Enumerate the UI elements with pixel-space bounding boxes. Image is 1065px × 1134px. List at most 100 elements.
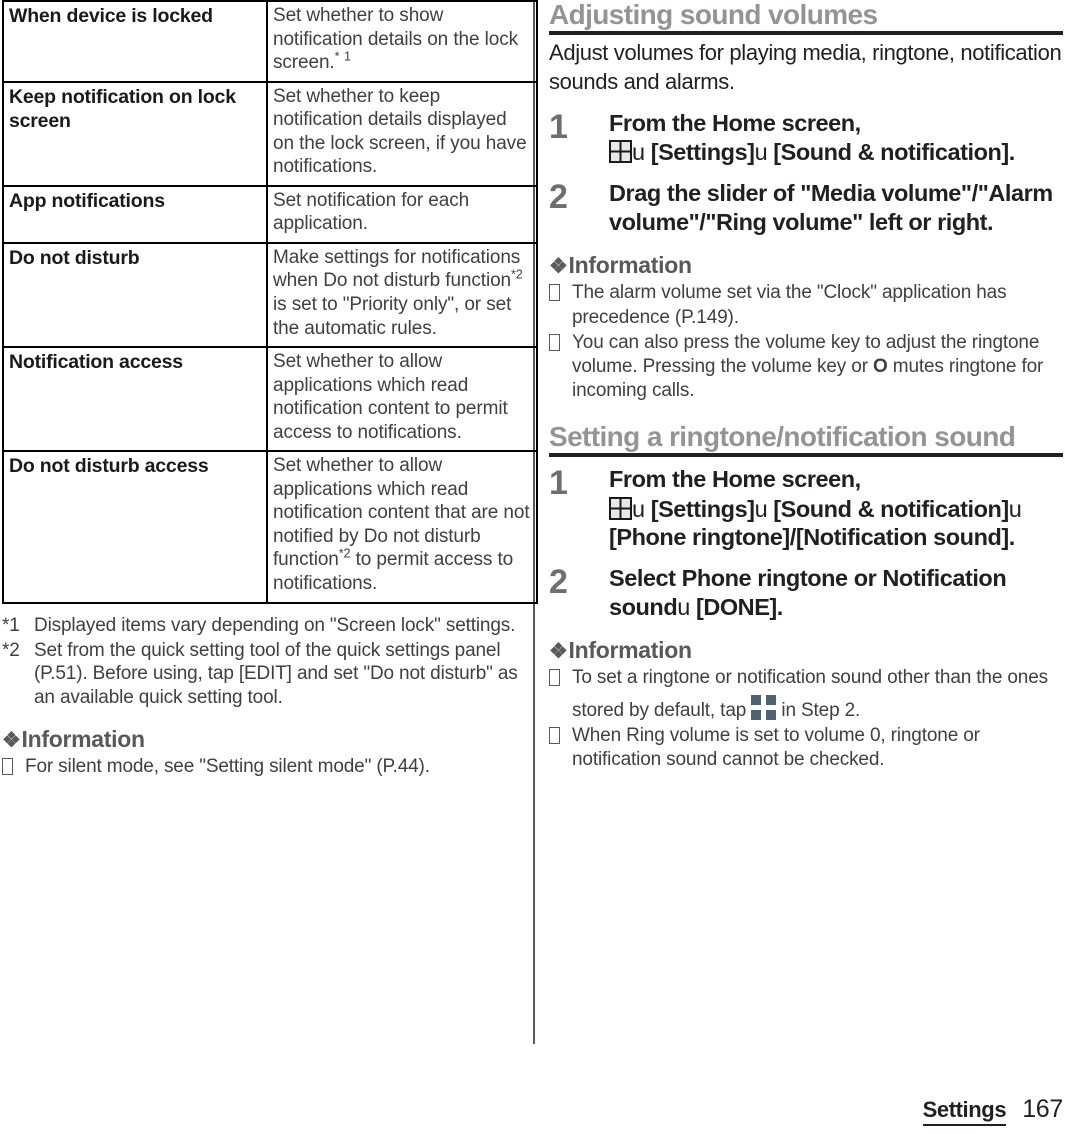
bullet-box-icon [549, 666, 572, 689]
step-part-3: [Phone ringtone]/[Notification sound]. [609, 524, 1015, 551]
footnote-mark: *2 [2, 639, 20, 661]
table-row: When device is locked Set whether to sho… [2, 0, 538, 83]
setting-name: App notifications [2, 184, 268, 244]
table-row: Notification access Set whether to allow… [2, 346, 538, 453]
left-column: When device is locked Set whether to sho… [2, 0, 538, 781]
footnote-item: *2 Set from the quick setting tool of th… [2, 639, 518, 711]
setting-description: Make settings for notifications when Do … [266, 241, 538, 349]
description-text-post: is set to "Priority only", or set the au… [273, 294, 512, 339]
step-text: Select Phone ringtone or Notification so… [609, 564, 1063, 621]
bullet-box-icon [549, 331, 572, 354]
setting-name: Notification access [2, 346, 268, 453]
step-line-1: From the Home screen, [609, 109, 861, 136]
step-text: From the Home screen, u [Settings]u [Soun… [609, 465, 1063, 552]
step-text: Drag the slider of "Media volume"/"Alarm… [609, 179, 1053, 235]
section-heading-adjusting-sound-volumes: Adjusting sound volumes [549, 0, 878, 30]
step-1: 1 From the Home screen, u [Settings]u [So… [549, 109, 1063, 167]
footnote-ref: *2 [511, 268, 523, 283]
list-item-text-pre: The alarm volume set via the "Clock" app… [572, 282, 1007, 328]
list-item-text: To set a ringtone or notification sound … [572, 666, 1063, 723]
description-text: Set whether to allow applications which … [273, 351, 508, 443]
table-row: App notifications Set notification for e… [2, 184, 538, 244]
footnote-text: Set from the quick setting tool of the q… [34, 639, 518, 709]
step-part-2: [Sound & notification] [767, 495, 1009, 522]
section-rule [549, 453, 1063, 458]
list-item-text: For silent mode, see "Setting silent mod… [25, 756, 430, 778]
list-item-text: You can also press the volume key to adj… [572, 331, 1063, 404]
diamond-icon: ❖ [549, 255, 568, 279]
footnote-ref: * 1 [334, 49, 352, 64]
table-row: Do not disturb Make settings for notific… [2, 241, 538, 349]
app-drawer-icon [609, 496, 632, 520]
list-item: You can also press the volume key to adj… [549, 331, 1063, 404]
section-heading-setting-ringtone: Setting a ringtone/notification sound [549, 420, 1016, 452]
list-item-text-pre: When Ring volume is set to volume 0, rin… [572, 725, 980, 771]
information-title: Information [568, 252, 693, 279]
setting-name: Keep notification on lock screen [2, 80, 268, 187]
arrow-glyph: u [677, 593, 690, 620]
list-item-text: The alarm volume set via the "Clock" app… [572, 281, 1063, 330]
app-drawer-icon [609, 140, 632, 164]
list-item: For silent mode, see "Setting silent mod… [2, 755, 518, 779]
step-part-2: [Sound & notification]. [767, 139, 1015, 166]
volume-key-icon: O [873, 356, 888, 378]
setting-description: Set whether to show notification details… [266, 0, 538, 83]
setting-description: Set whether to allow applications which … [266, 346, 538, 453]
step-part-1: [Settings] [644, 139, 755, 166]
diamond-icon: ❖ [549, 640, 568, 664]
description-text: Make settings for notifications when Do … [273, 246, 521, 292]
section-intro: Adjust volumes for playing media, ringto… [549, 40, 1062, 94]
table-row: Keep notification on lock screen Set whe… [2, 80, 538, 187]
arrow-glyph: u [632, 139, 645, 166]
bullet-box-icon [549, 724, 572, 747]
information-title: Information [21, 726, 146, 753]
footnotes: *1 Displayed items vary depending on "Sc… [2, 614, 518, 711]
plus-icon [751, 694, 777, 720]
description-text: Set notification for each application. [273, 189, 470, 235]
step-1: 1 From the Home screen, u [Settings]u [So… [549, 465, 1063, 552]
step-2: 2 Select Phone ringtone or Notification … [549, 564, 1063, 621]
information-list: To set a ringtone or notification sound … [549, 666, 1063, 772]
list-item-text-post: in Step 2. [776, 699, 861, 721]
footnote-mark: *1 [2, 614, 20, 636]
information-title: Information [568, 637, 693, 664]
list-item-text: When Ring volume is set to volume 0, rin… [572, 724, 1063, 773]
arrow-glyph: u [1008, 495, 1022, 522]
information-heading: ❖ Information [549, 252, 1063, 279]
manual-page: When device is locked Set whether to sho… [0, 0, 1065, 1134]
setting-name: Do not disturb [2, 241, 268, 349]
setting-description: Set whether to allow applications which … [266, 450, 538, 604]
footer-section-label: Settings [922, 1097, 1007, 1126]
description-text: Set whether to show notification details… [273, 5, 519, 74]
information-heading: ❖ Information [549, 637, 1063, 664]
step-number: 2 [549, 177, 568, 216]
step-2: 2 Drag the slider of "Media volume"/"Ala… [549, 179, 1063, 236]
section-rule [549, 31, 1063, 36]
step-number: 1 [549, 107, 568, 146]
list-item: To set a ringtone or notification sound … [549, 666, 1063, 723]
step-line-1: From the Home screen, [609, 466, 861, 493]
setting-name: When device is locked [2, 0, 268, 83]
arrow-glyph: u [754, 139, 768, 166]
step-number: 2 [549, 563, 568, 602]
setting-description: Set whether to keep notification details… [266, 80, 538, 187]
right-column: Adjusting sound volumes Adjust volumes f… [549, 0, 1063, 774]
step-number: 1 [549, 464, 568, 503]
setting-name: Do not disturb access [2, 450, 268, 604]
footnote-ref: *2 [338, 547, 351, 562]
information-heading: ❖ Information [2, 726, 518, 753]
footnote-item: *1 Displayed items vary depending on "Sc… [2, 614, 518, 638]
diamond-icon: ❖ [2, 729, 21, 753]
bullet-box-icon [549, 281, 572, 304]
setting-description: Set notification for each application. [266, 184, 538, 244]
table-row: Do not disturb access Set whether to all… [2, 450, 538, 604]
step-part-1: Select Phone ringtone or Notification so… [609, 565, 1007, 620]
list-item: The alarm volume set via the "Clock" app… [549, 281, 1063, 330]
step-part-1: [Settings] [644, 495, 755, 522]
step-text: From the Home screen, u [Settings]u [Soun… [609, 109, 1063, 167]
page-footer: Settings 167 [922, 1095, 1063, 1126]
bullet-box-icon [2, 755, 25, 778]
arrow-glyph: u [754, 495, 768, 522]
footnote-text: Displayed items vary depending on "Scree… [34, 614, 516, 636]
description-text: Set whether to keep notification details… [273, 85, 527, 178]
